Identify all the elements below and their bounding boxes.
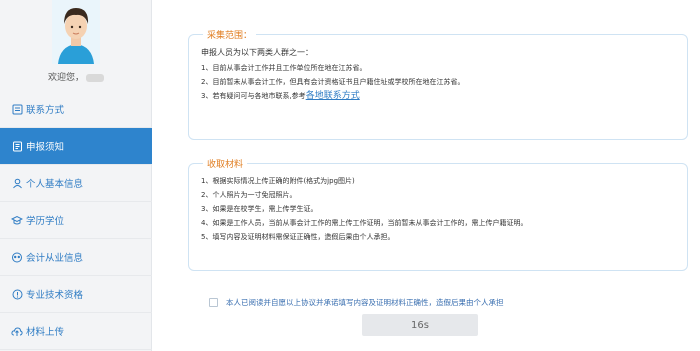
person-icon: [11, 177, 23, 189]
scope-item: 1、目前从事会计工作并且工作单位所在地在江苏省。: [201, 64, 367, 72]
sidebar-item-personal-info[interactable]: 个人基本信息: [0, 165, 152, 202]
sidebar-item-label: 学历学位: [26, 216, 65, 227]
materials-item: 4、如果是工作人员，当前从事会计工作的需上传工作证明，当前暂未从事会计工作的，需…: [201, 219, 528, 227]
username-redacted: [86, 73, 104, 82]
welcome-label: 欢迎您，: [47, 73, 84, 83]
scope-item: 3、若有疑问可与各地市联系,参考各地联系方式: [201, 89, 677, 103]
sidebar-item-upload[interactable]: 材料上传: [0, 313, 152, 350]
scope-title: 采集范围：: [203, 28, 257, 41]
sidebar-item-label: 会计从业信息: [26, 253, 84, 264]
agreement-row: 本人已阅读并自愿以上协议并承诺填写内容及证明材料正确性，造假后果由个人承担: [209, 297, 504, 308]
profile-section: 欢迎您，: [0, 0, 151, 88]
sidebar-item-contact[interactable]: 联系方式: [0, 91, 152, 128]
graduation-cap-icon: [11, 214, 23, 226]
scope-intro: 申报人员为以下两类人群之一：: [201, 48, 313, 57]
group-icon: [11, 251, 23, 263]
materials-item: 3、如果是在校学生，需上传学生证。: [201, 205, 318, 213]
contact-link[interactable]: 各地联系方式: [306, 91, 360, 101]
certificate-icon: [11, 288, 23, 300]
scope-content: 申报人员为以下两类人群之一： 1、目前从事会计工作并且工作单位所在地在江苏省。 …: [201, 45, 677, 103]
countdown-button[interactable]: 16s: [362, 314, 478, 336]
materials-item: 2、个人照片为一寸免冠照片。: [201, 191, 297, 199]
materials-item: 1、根据实际情况上传正确的附件(格式为jpg图片): [201, 177, 355, 185]
materials-content: 1、根据实际情况上传正确的附件(格式为jpg图片) 2、个人照片为一寸免冠照片。…: [201, 174, 677, 244]
sidebar-item-qualification[interactable]: 专业技术资格: [0, 276, 152, 313]
scope-item: 2、目前暂未从事会计工作，但具有会计资格证书且户籍住址或学校所在地在江苏省。: [201, 78, 465, 86]
scope-panel: 采集范围： 申报人员为以下两类人群之一： 1、目前从事会计工作并且工作单位所在地…: [188, 28, 688, 140]
sidebar-item-education[interactable]: 学历学位: [0, 202, 152, 239]
materials-item: 5、填写内容及证明材料需保证正确性，造假后果由个人承担。: [201, 233, 395, 241]
welcome-text: 欢迎您，: [0, 70, 152, 83]
materials-panel: 收取材料 1、根据实际情况上传正确的附件(格式为jpg图片) 2、个人照片为一寸…: [188, 157, 688, 271]
sidebar-nav: 联系方式 申报须知 个人基本信息 学历学位 会计从业信息 专业技术资格 材料上传: [0, 91, 152, 350]
avatar: [52, 0, 100, 64]
sidebar-item-label: 专业技术资格: [26, 290, 84, 301]
scope-item-text: 3、若有疑问可与各地市联系,参考: [201, 92, 306, 100]
sidebar-item-notice[interactable]: 申报须知: [0, 128, 152, 165]
contact-icon: [11, 103, 23, 115]
agreement-text: 本人已阅读并自愿以上协议并承诺填写内容及证明材料正确性，造假后果由个人承担: [226, 298, 504, 307]
sidebar-item-label: 联系方式: [26, 105, 65, 116]
sidebar-item-label: 个人基本信息: [26, 179, 84, 190]
sidebar-item-accounting[interactable]: 会计从业信息: [0, 239, 152, 276]
cloud-upload-icon: [11, 325, 23, 337]
notice-icon: [11, 140, 23, 152]
agreement-checkbox[interactable]: [209, 298, 218, 307]
materials-title: 收取材料: [203, 157, 248, 170]
sidebar-item-label: 材料上传: [26, 327, 65, 338]
sidebar-item-label: 申报须知: [26, 142, 65, 153]
sidebar: 欢迎您， 联系方式 申报须知 个人基本信息 学历学位 会计从业信息 专业技术资格…: [0, 0, 152, 351]
